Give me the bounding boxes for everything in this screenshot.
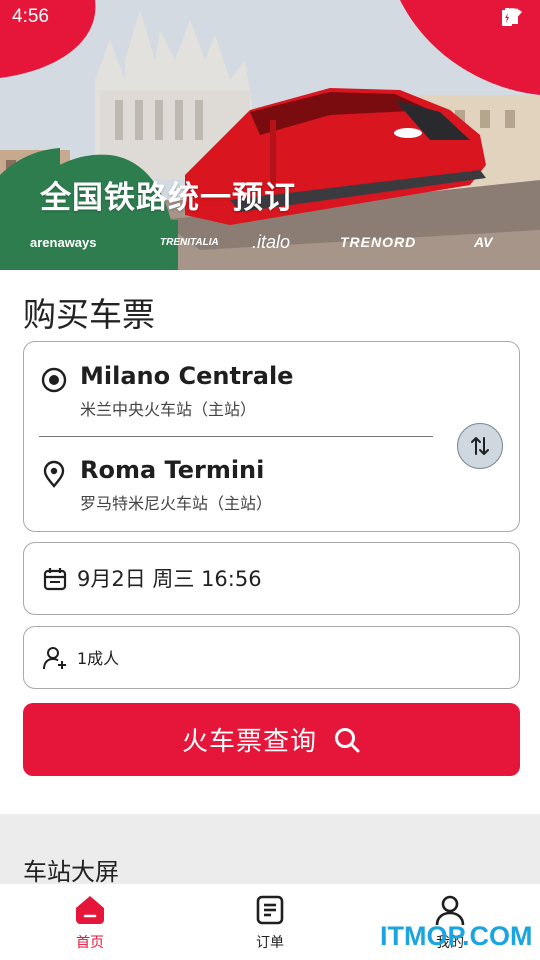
hero-banner[interactable]: 4:56 全国铁路统一预订 arenaways TRENITALIA .ital…	[0, 0, 540, 270]
brand-logos: arenaways TRENITALIA .italo TRENORD AV	[0, 226, 540, 258]
brand-arenaways: arenaways	[30, 234, 97, 250]
station-board-section: 车站大屏	[0, 814, 540, 894]
status-time: 4:56	[12, 6, 49, 27]
date-picker-field[interactable]: 9月2日 周三 16:56	[23, 542, 520, 615]
departure-station-name: Milano Centrale	[80, 362, 294, 390]
passenger-field[interactable]: 1成人	[23, 626, 520, 689]
hero-title: 全国铁路统一预订	[40, 180, 296, 216]
watermark: ITMOP.COM	[380, 921, 533, 951]
station-divider	[39, 436, 433, 437]
add-passenger-icon	[43, 647, 66, 670]
brand-trenord: TRENORD	[340, 234, 417, 250]
nav-orders[interactable]: 订单	[210, 894, 330, 956]
status-bar: 4:56	[0, 0, 540, 36]
station-board-title: 车站大屏	[23, 858, 119, 886]
destination-pin-icon	[43, 460, 65, 488]
departure-station-subtitle: 米兰中央火车站（主站）	[80, 400, 257, 419]
battery-icon	[502, 8, 512, 26]
home-icon	[76, 896, 104, 924]
brand-av: AV	[474, 234, 493, 250]
search-tickets-button[interactable]: 火车票查询	[23, 703, 520, 776]
brand-trenitalia: TRENITALIA	[160, 236, 219, 248]
origin-target-icon	[41, 367, 67, 393]
nav-orders-label: 订单	[256, 935, 284, 951]
arrival-station-subtitle: 罗马特米尼火车站（主站）	[80, 494, 273, 513]
brand-italo: .italo	[252, 231, 291, 252]
nav-home-label: 首页	[76, 935, 104, 951]
departure-datetime: 9月2日 周三 16:56	[77, 567, 262, 591]
passenger-count: 1成人	[77, 649, 120, 668]
swap-stations-button[interactable]	[457, 423, 503, 469]
swap-arrows-icon	[471, 437, 489, 455]
calendar-icon	[43, 568, 67, 591]
search-icon	[335, 727, 360, 752]
arrival-station-name: Roma Termini	[80, 456, 265, 484]
route-card: Milano Centrale 米兰中央火车站（主站） Roma Termini…	[23, 341, 520, 532]
orders-icon	[256, 895, 284, 925]
nav-home[interactable]: 首页	[30, 894, 150, 956]
search-tickets-label: 火车票查询	[181, 727, 317, 757]
section-title-buy-tickets: 购买车票	[23, 295, 155, 334]
